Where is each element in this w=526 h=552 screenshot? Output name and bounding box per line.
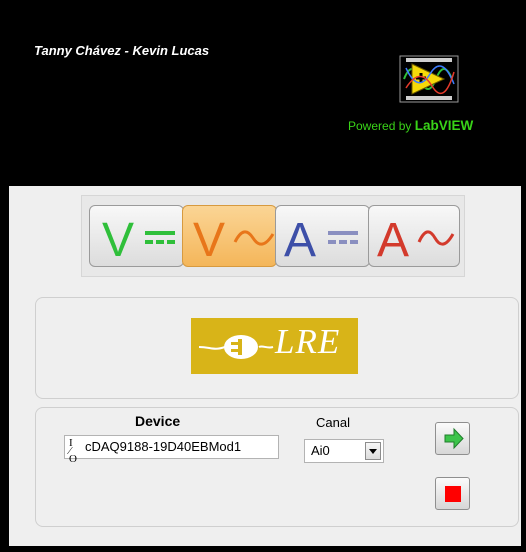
lre-text: LRE: [275, 322, 341, 361]
svg-text:A: A: [284, 214, 316, 267]
svg-text:V: V: [102, 214, 134, 267]
labview-vi-icon: [399, 55, 459, 103]
voltage-dc-icon: V: [102, 214, 175, 267]
device-label: Device: [135, 413, 181, 429]
labview-brand: LabVIEW: [414, 118, 474, 133]
io-name-icon: I ⁄ O: [69, 437, 77, 465]
green-arrow-icon: [444, 427, 464, 450]
canal-value: Ai0: [311, 443, 330, 458]
current-dc-button[interactable]: A: [275, 205, 370, 267]
powered-by-prefix: Powered by: [348, 119, 412, 133]
canal-label: Canal: [316, 415, 350, 430]
device-field[interactable]: I ⁄ O cDAQ9188-19D40EBMod1: [64, 435, 279, 465]
current-dc-icon: A: [284, 214, 358, 267]
device-value: cDAQ9188-19D40EBMod1: [85, 439, 242, 454]
red-stop-icon: [445, 486, 461, 502]
current-ac-icon: A: [377, 214, 455, 267]
lre-logo: LRE: [191, 318, 358, 374]
run-button[interactable]: [435, 422, 470, 455]
stop-button[interactable]: [435, 477, 470, 510]
voltage-ac-icon: V: [193, 214, 275, 267]
chevron-down-icon[interactable]: [365, 442, 381, 460]
canal-select[interactable]: Ai0: [304, 439, 384, 463]
svg-text:A: A: [377, 214, 409, 267]
current-ac-button[interactable]: A: [368, 205, 460, 267]
powered-by-labview: Powered by LabVIEW: [348, 118, 473, 133]
author-names: Tanny Chávez - Kevin Lucas: [34, 43, 210, 58]
voltage-dc-button[interactable]: V: [89, 205, 184, 267]
svg-text:V: V: [193, 214, 225, 267]
voltage-ac-button[interactable]: V: [182, 205, 277, 267]
